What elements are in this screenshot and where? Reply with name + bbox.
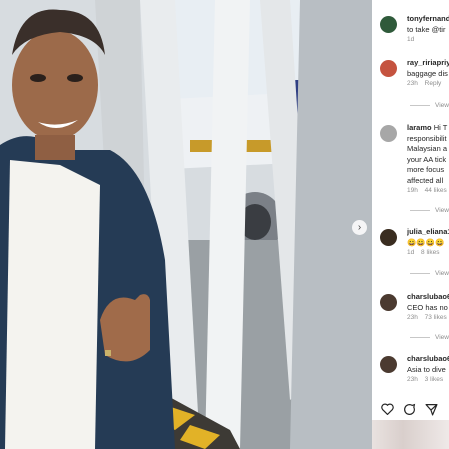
comment-username[interactable]: julia_eliana1 [407,227,449,238]
post-photo: › [0,0,372,449]
avatar[interactable] [380,60,397,77]
avatar[interactable] [380,356,397,373]
comment-likes[interactable]: 3 likes [425,376,443,383]
comment-likes[interactable]: 73 likes [425,314,447,321]
comment-line: more focus [407,165,445,174]
reply-link[interactable]: Reply [425,80,442,87]
comment-meta: 1d [407,35,449,45]
comment-content: Hi T [433,123,448,132]
comment-content: 😀😀😀😀 [407,237,445,247]
heart-icon[interactable] [380,402,394,416]
comment-text: tonyfernandes to take @tir 1d [407,14,449,45]
comment-username[interactable]: laramo [407,123,432,132]
comment-text: charslubao6 CEO has no 23h 73 likes [407,292,449,323]
view-replies-link[interactable]: View [410,270,449,277]
comment-time: 1d [407,36,415,43]
avatar[interactable] [380,294,397,311]
comment-text: ray_ririapriy baggage dis 23h Reply [407,58,449,89]
comment-text: julia_eliana1 😀😀😀😀 1d 8 likes [407,227,449,258]
comment-text: charslubao6 Asia to dive 23h 3 likes [407,354,449,385]
comment-meta: 19h 44 likes [407,186,449,196]
comment-time: 23h [407,314,418,321]
avatar[interactable] [380,125,397,142]
comment-username[interactable]: charslubao6 [407,354,449,365]
comment-meta: 23h 3 likes [407,375,449,385]
comment-time: 23h [407,80,418,87]
photo-scene [0,0,372,449]
comment-content: Asia to dive [407,364,446,374]
comment-content: to take @tir [407,24,446,34]
view-replies-link[interactable]: View [410,334,449,341]
comment-line: responsibilit [407,133,447,143]
comment-username[interactable]: tonyfernandes [407,14,449,25]
comment-likes[interactable]: 44 likes [425,187,447,194]
view-replies-link[interactable]: View [410,102,449,109]
next-photo-button[interactable]: › [352,220,367,235]
comment-username[interactable]: charslubao6 [407,292,449,303]
comment-meta: 23h 73 likes [407,313,449,323]
view-replies-link[interactable]: View [410,207,449,214]
comment-time: 19h [407,187,418,194]
send-icon[interactable] [424,402,438,416]
comment-meta: 1d 8 likes [407,248,449,258]
comment-time: 1d [407,249,415,256]
comments-panel: tonyfernandes to take @tir 1d ray_ririap… [372,0,449,449]
comment-time: 23h [407,376,418,383]
comment-content: CEO has no [407,302,448,312]
avatar[interactable] [380,16,397,33]
avatar[interactable] [380,229,397,246]
comment-username[interactable]: ray_ririapriy [407,58,449,69]
comment-icon[interactable] [402,402,416,416]
chevron-right-icon: › [357,221,362,233]
comment-text: laramo Hi T responsibilit Malaysian a yo… [407,123,449,196]
blurred-overlay [372,420,449,449]
post-actions [380,402,438,416]
comment-meta: 23h Reply [407,79,449,89]
comment-line: Malaysian a [407,144,448,153]
comment-likes[interactable]: 8 likes [421,249,439,256]
comment-line: your AA tick [407,154,447,164]
comment-line: affected all [407,175,444,185]
comment-content: baggage dis [407,68,448,78]
